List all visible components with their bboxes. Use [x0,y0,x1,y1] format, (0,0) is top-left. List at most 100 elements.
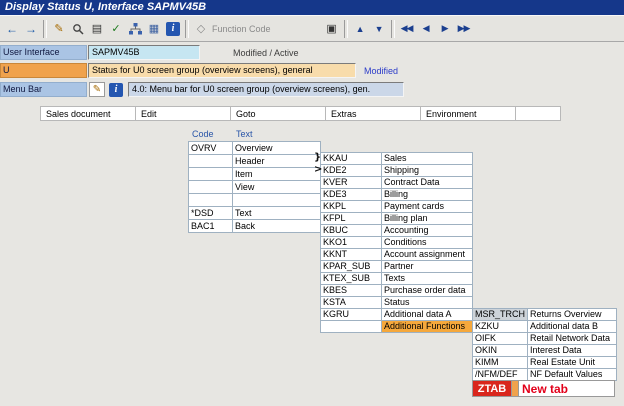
menu-entry-label[interactable] [232,193,321,207]
menu-entry-row[interactable]: OIFK Retail Network Data [471,332,618,345]
menu-entry-row[interactable]: KKO1 Conditions [320,236,473,249]
menu-title[interactable]: Goto [230,106,326,121]
menu-entry-label[interactable]: Sales [381,152,473,165]
menu-entry-row[interactable]: KZKU Additional data B [471,320,618,333]
menu-entry-code[interactable]: KKO1 [320,236,382,249]
menu-entry-row[interactable]: Header [188,154,321,168]
edit-page-icon[interactable]: ✎ [89,82,105,97]
menu-entry-label[interactable]: Status [381,296,473,309]
menu-title[interactable]: Sales document [40,106,136,121]
menu-entry-label[interactable]: Conditions [381,236,473,249]
menu-entry-label[interactable]: Purchase order data [381,284,473,297]
menu-title[interactable]: Extras [325,106,421,121]
menu-entry-code[interactable]: OIFK [471,332,529,345]
check-icon[interactable]: ✓ [107,20,125,38]
menu-entry-row[interactable] [188,193,321,207]
ztab-row[interactable]: ZTAB New tab [472,380,615,397]
menu-entry-label[interactable]: Account assignment [381,248,473,261]
menu-entry-code[interactable]: KIMM [471,356,529,369]
first-status-icon[interactable]: ◀◀ [398,20,416,38]
menu-entry-code[interactable] [188,154,233,168]
info-icon[interactable]: i [108,82,124,97]
menu-entry-row[interactable]: Item [188,167,321,181]
print-icon[interactable]: ▣ [323,20,341,38]
menu-entry-code[interactable]: OKIN [471,344,529,357]
menu-entry-code[interactable]: KZKU [471,320,529,333]
menu-title[interactable]: Edit [135,106,231,121]
menu-entry-label[interactable]: Accounting [381,224,473,237]
menu-entry-code[interactable]: KBUC [320,224,382,237]
menu-entry-label[interactable]: Header [232,154,321,168]
menu-entry-code[interactable]: KBES [320,284,382,297]
menu-entry-row[interactable]: Additional Functions [320,320,473,333]
menu-entry-label[interactable]: Overview [232,141,321,155]
menu-entry-label[interactable]: View [232,180,321,194]
menu-entry-row[interactable]: KGRU Additional data A [320,308,473,321]
menu-entry-row[interactable]: KSTA Status [320,296,473,309]
menu-entry-label[interactable]: Billing plan [381,212,473,225]
last-status-icon[interactable]: ▶▶ [455,20,473,38]
menu-entry-code[interactable] [188,167,233,181]
menu-entry-row[interactable]: OVRV Overview [188,141,321,155]
menu-entry-code[interactable]: /NFM/DEF [471,368,529,381]
menu-entry-row[interactable]: *DSD Text [188,206,321,220]
info-icon[interactable]: i [164,20,182,38]
menu-entry-code[interactable]: OVRV [188,141,233,155]
menu-entry-code[interactable]: KDE3 [320,188,382,201]
menu-title[interactable]: Environment [420,106,516,121]
sort-up-icon[interactable]: ▲ [351,20,369,38]
menu-entry-code[interactable] [188,180,233,194]
search-icon[interactable] [69,20,87,38]
menu-entry-code[interactable]: MSR_TRCH [471,308,529,321]
menu-entry-code[interactable]: KFPL [320,212,382,225]
menu-entry-label[interactable]: Additional data B [527,320,618,333]
menu-entry-row[interactable]: View [188,180,321,194]
display-change-icon[interactable]: ✎ [50,20,68,38]
menu-entry-code[interactable]: KKPL [320,200,382,213]
menu-entry-code[interactable]: } KKAU [314,152,382,165]
menu-entry-label[interactable]: Additional Functions [381,320,473,333]
menu-entry-label[interactable]: Payment cards [381,200,473,213]
previous-status-icon[interactable]: ◀ [417,20,435,38]
menu-entry-label[interactable]: Contract Data [381,176,473,189]
menu-entry-label[interactable]: Shipping [381,164,473,177]
menu-entry-code[interactable]: KKNT [320,248,382,261]
menu-entry-label[interactable]: Interest Data [527,344,618,357]
menu-entry-code[interactable]: > KDE2 [314,164,382,177]
sort-down-icon[interactable]: ▼ [370,20,388,38]
menu-entry-row[interactable]: KKNT Account assignment [320,248,473,261]
table-icon[interactable]: ▦ [145,20,163,38]
menu-entry-code[interactable]: *DSD [188,206,233,220]
menu-entry-row[interactable]: KDE3 Billing [320,188,473,201]
menu-entry-row[interactable]: MSR_TRCH Returns Overview [471,308,618,321]
menu-entry-label[interactable]: NF Default Values [527,368,618,381]
menu-entry-code[interactable]: BAC1 [188,219,233,233]
menu-entry-row[interactable]: KBES Purchase order data [320,284,473,297]
menu-entry-row[interactable]: /NFM/DEF NF Default Values [471,368,618,381]
menu-entry-row[interactable]: BAC1 Back [188,219,321,233]
menu-title-empty[interactable] [515,106,561,121]
menu-entry-row[interactable]: KFPL Billing plan [320,212,473,225]
ztab-code-cell[interactable]: ZTAB [472,380,512,397]
menu-entry-label[interactable]: Texts [381,272,473,285]
menu-entry-row[interactable]: KBUC Accounting [320,224,473,237]
menu-entry-row[interactable]: OKIN Interest Data [471,344,618,357]
forward-icon[interactable]: → [22,20,40,38]
status-description-field[interactable]: Status for U0 screen group (overview scr… [88,63,356,78]
menu-entry-label[interactable]: Returns Overview [527,308,618,321]
menu-entry-code[interactable] [188,193,233,207]
menu-entry-row[interactable]: } KKAU Sales [314,152,473,165]
menu-entry-label[interactable]: Additional data A [381,308,473,321]
menu-entry-row[interactable]: KVER Contract Data [320,176,473,189]
menu-entry-row[interactable]: KIMM Real Estate Unit [471,356,618,369]
menu-entry-row[interactable]: KPAR_SUB Partner [320,260,473,273]
menu-entry-label[interactable]: Retail Network Data [527,332,618,345]
menu-entry-label[interactable]: Text [232,206,321,220]
menu-entry-code[interactable]: KSTA [320,296,382,309]
user-interface-field[interactable]: SAPMV45B [88,45,200,60]
status-name-field[interactable]: U [0,63,87,78]
menu-entry-code[interactable]: KGRU [320,308,382,321]
menu-entry-label[interactable]: Real Estate Unit [527,356,618,369]
menu-entry-label[interactable]: Partner [381,260,473,273]
menu-entry-label[interactable]: Billing [381,188,473,201]
